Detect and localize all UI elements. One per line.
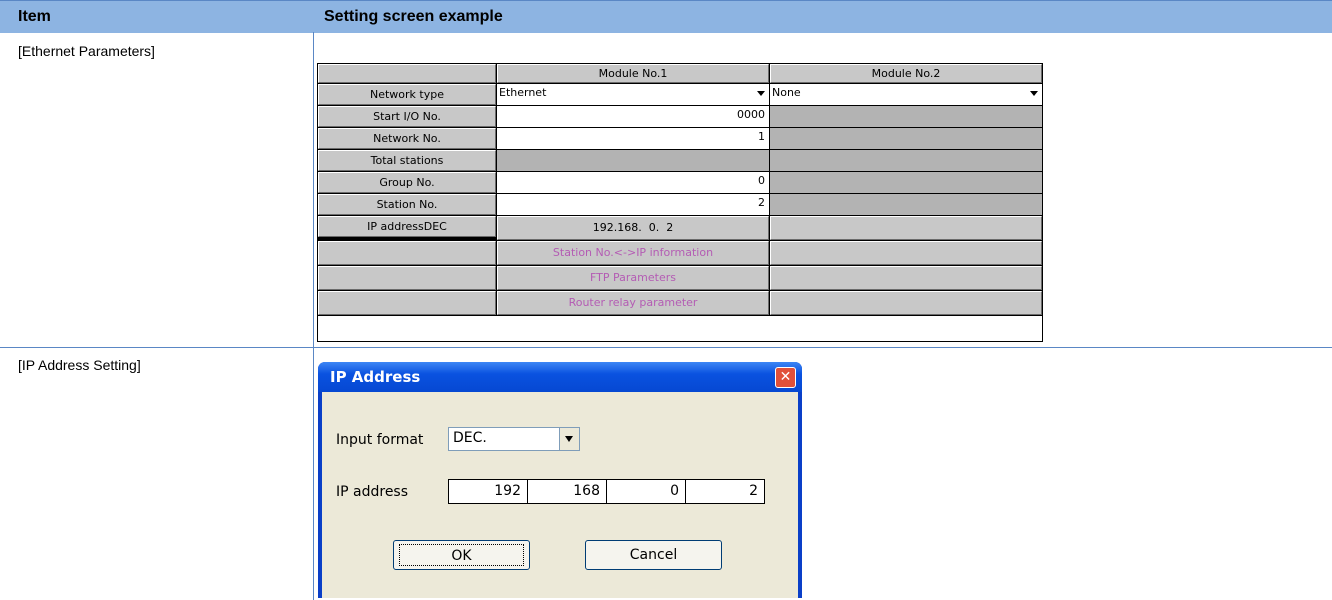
group-no-module-2-disabled — [770, 172, 1042, 193]
ip-octet-1[interactable]: 192 — [449, 480, 528, 503]
station-no-field[interactable]: 2 — [497, 194, 769, 215]
network-no-field[interactable]: 1 — [497, 128, 769, 149]
row-label-ip-address-setting: [IP Address Setting] — [18, 357, 141, 373]
chevron-down-icon[interactable] — [559, 428, 579, 450]
ip-address-button-module-2 — [770, 216, 1042, 240]
row-header-group-no: Group No. — [318, 172, 496, 193]
column-divider — [313, 32, 314, 600]
cancel-button[interactable]: Cancel — [585, 540, 722, 570]
column-header-module-1: Module No.1 — [497, 64, 769, 83]
column-header-module-2: Module No.2 — [770, 64, 1042, 83]
group-no-field[interactable]: 0 — [497, 172, 769, 193]
ip-octet-4[interactable]: 2 — [686, 480, 764, 503]
table-header: Item Setting screen example — [0, 0, 1332, 33]
ip-octet-3[interactable]: 0 — [607, 480, 686, 503]
ip-address-field: 192 168 0 2 — [448, 479, 765, 504]
header-setting-screen-example: Setting screen example — [324, 8, 503, 25]
row-label-ethernet-parameters: [Ethernet Parameters] — [18, 43, 155, 59]
start-io-no-field[interactable]: 0000 — [497, 106, 769, 127]
router-relay-parameter-button-module-2 — [770, 291, 1042, 315]
network-type-select-module-1[interactable]: Ethernet — [497, 84, 769, 105]
header-item: Item — [18, 8, 51, 25]
ip-address-label: IP address — [336, 484, 409, 500]
network-no-module-2-disabled — [770, 128, 1042, 149]
ok-button-label: OK — [399, 544, 524, 566]
ip-address-button[interactable]: 192.168. 0. 2 — [497, 216, 769, 240]
dropdown-arrow-icon[interactable] — [757, 91, 765, 96]
input-format-value: DEC. — [453, 430, 487, 446]
station-no-module-2-disabled — [770, 194, 1042, 215]
input-format-label: Input format — [336, 432, 424, 448]
row-header-ip-address-dec: IP addressDEC — [318, 216, 496, 237]
dialog-title: IP Address — [330, 368, 421, 386]
row-header-blank — [318, 266, 496, 290]
grid-bottom-spacer — [318, 316, 1042, 341]
row-header-start-io-no: Start I/O No. — [318, 106, 496, 127]
ip-address-dialog: IP Address ✕ Input format DEC. IP addres… — [318, 362, 802, 598]
row-header-total-stations: Total stations — [318, 150, 496, 171]
ftp-parameters-button-module-2 — [770, 266, 1042, 290]
row-divider — [0, 347, 1332, 348]
row-header-blank — [318, 241, 496, 265]
router-relay-parameter-button[interactable]: Router relay parameter — [497, 291, 769, 315]
network-type-select-module-2[interactable]: None — [770, 84, 1042, 105]
start-io-no-module-2-disabled — [770, 106, 1042, 127]
row-header-network-type: Network type — [318, 84, 496, 105]
ftp-parameters-button[interactable]: FTP Parameters — [497, 266, 769, 290]
station-no-ip-information-button[interactable]: Station No.<->IP information — [497, 241, 769, 265]
grid-corner-cell — [318, 64, 496, 83]
close-icon[interactable]: ✕ — [775, 367, 796, 388]
ip-octet-2[interactable]: 168 — [528, 480, 607, 503]
total-stations-module-2-disabled — [770, 150, 1042, 171]
row-header-network-no: Network No. — [318, 128, 496, 149]
dialog-client-area: Input format DEC. IP address 192 168 0 2… — [322, 392, 798, 598]
row-header-station-no: Station No. — [318, 194, 496, 215]
dropdown-arrow-icon[interactable] — [1030, 91, 1038, 96]
input-format-select[interactable]: DEC. — [448, 427, 580, 451]
total-stations-module-1-disabled — [497, 150, 769, 171]
dialog-titlebar[interactable]: IP Address ✕ — [318, 362, 802, 392]
station-no-ip-information-button-module-2 — [770, 241, 1042, 265]
ok-button[interactable]: OK — [393, 540, 530, 570]
row-header-blank — [318, 291, 496, 315]
network-type-value-module-2: None — [772, 86, 801, 99]
network-type-value-module-1: Ethernet — [499, 86, 547, 99]
ethernet-parameters-grid: Module No.1 Module No.2 Network type Eth… — [317, 63, 1043, 342]
